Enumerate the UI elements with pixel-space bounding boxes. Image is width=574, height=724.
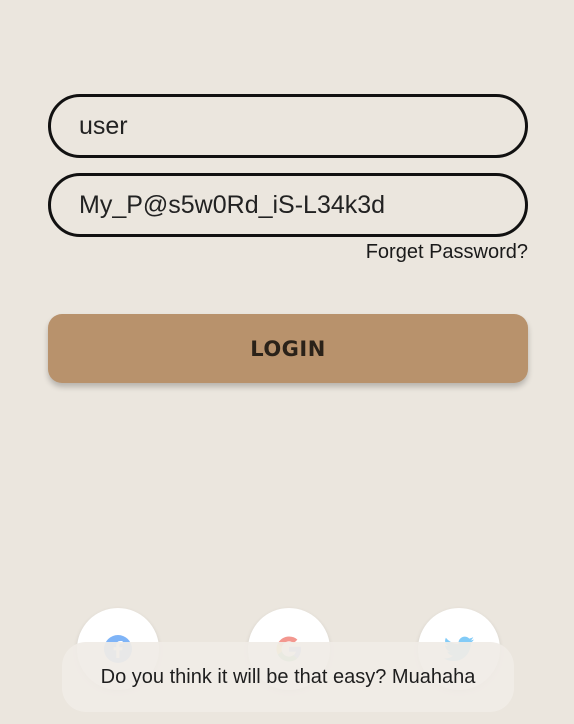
- forgot-password-link[interactable]: Forget Password?: [366, 241, 528, 264]
- login-button[interactable]: LOGIN: [48, 314, 528, 383]
- login-button-label: LOGIN: [250, 336, 326, 361]
- password-input[interactable]: [51, 176, 525, 234]
- username-input[interactable]: [51, 97, 525, 155]
- username-field[interactable]: [48, 94, 528, 158]
- password-field[interactable]: [48, 173, 528, 237]
- toast-text: Do you think it will be that easy? Muaha…: [100, 665, 476, 688]
- toast-message: Do you think it will be that easy? Muaha…: [62, 642, 514, 712]
